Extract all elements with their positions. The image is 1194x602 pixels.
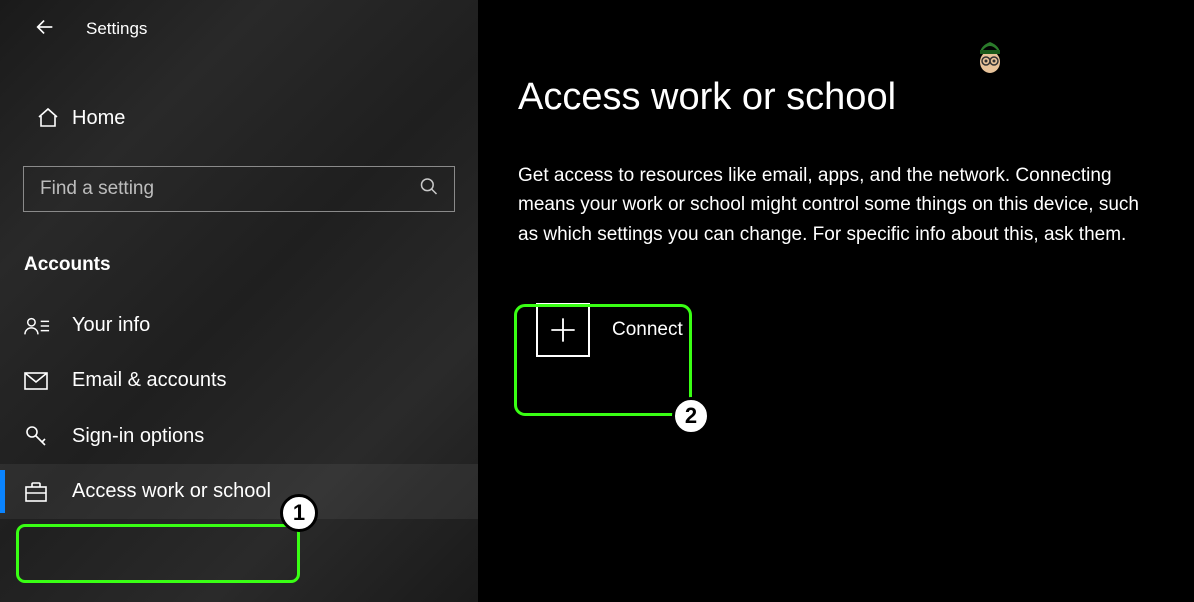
app-title: Settings [86,19,147,39]
section-header-accounts: Accounts [24,254,478,276]
search-wrap [23,166,455,212]
search-input[interactable] [23,166,455,212]
annotation-badge-2: 2 [672,397,710,435]
plus-icon [536,303,590,357]
key-icon [24,424,72,448]
connect-label: Connect [612,319,683,341]
person-icon [24,315,72,337]
page-description: Get access to resources like email, apps… [518,161,1154,249]
nav-label: Sign-in options [72,425,204,448]
home-label: Home [72,107,125,130]
annotation-highlight-1 [16,524,300,583]
briefcase-icon [24,481,72,503]
nav-access-work-school[interactable]: Access work or school [0,464,478,519]
nav-your-info[interactable]: Your info [0,298,478,353]
topbar: Settings [0,12,478,46]
nav-label: Email & accounts [72,369,227,392]
mascot-icon [974,32,1006,74]
nav-signin-options[interactable]: Sign-in options [0,408,478,464]
connect-button[interactable]: Connect [518,285,701,375]
nav-email-accounts[interactable]: Email & accounts [0,353,478,408]
mail-icon [24,372,72,390]
settings-sidebar: Settings Home Accounts [0,0,478,602]
nav-label: Access work or school [72,480,271,503]
back-arrow-icon [34,16,56,43]
search-icon [419,177,439,202]
nav-label: Your info [72,314,150,337]
home-nav[interactable]: Home [0,94,478,142]
page-title: Access work or school [518,76,1154,119]
home-icon [24,106,72,130]
back-button[interactable] [28,12,62,46]
main-content: Access work or school Get access to reso… [478,0,1194,602]
